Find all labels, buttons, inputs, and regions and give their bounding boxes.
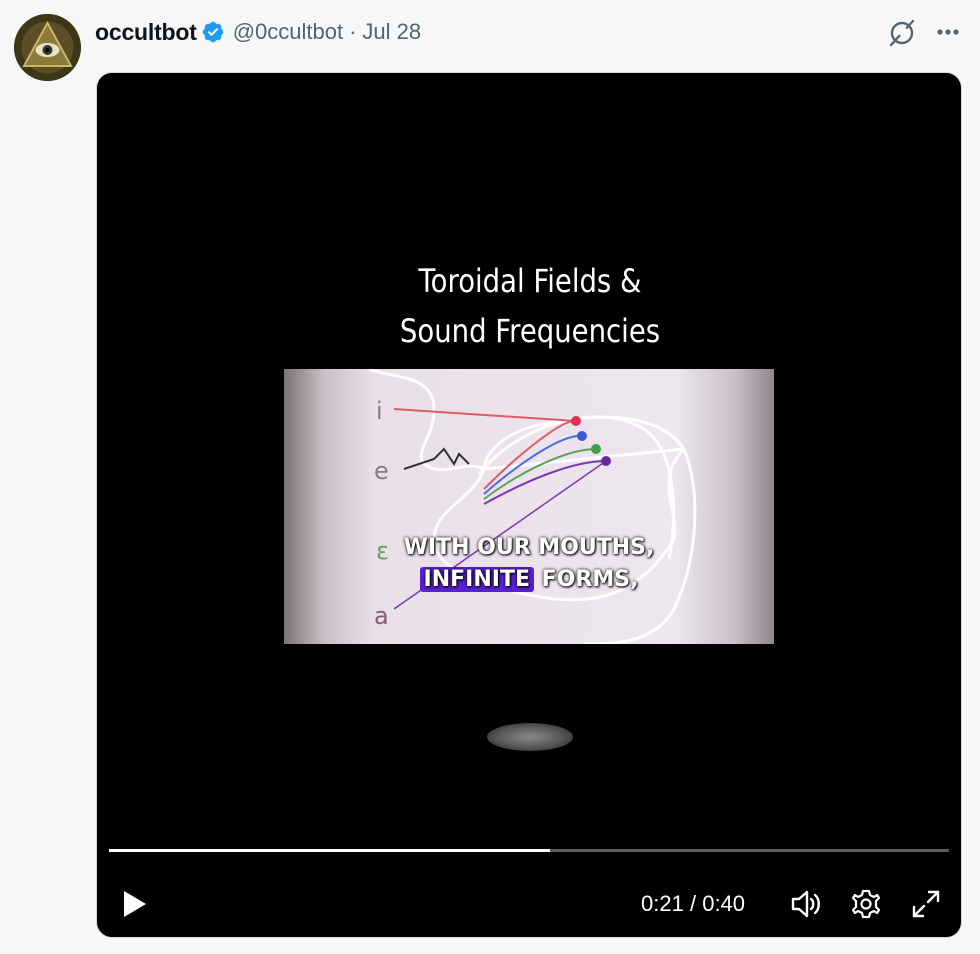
caption-highlight-word: INFINITE (419, 567, 534, 592)
volume-button[interactable] (789, 887, 823, 921)
fullscreen-button[interactable] (909, 887, 943, 921)
play-button[interactable] (119, 889, 149, 919)
author-avatar[interactable] (14, 14, 81, 81)
duration: 0:40 (702, 891, 746, 916)
current-time: 0:21 (641, 891, 684, 916)
video-caption-line-2: INFINITE FORMS, (284, 567, 774, 592)
caption-line-2-rest: FORMS, (541, 567, 639, 592)
play-icon (124, 891, 146, 917)
video-title-line-1: Toroidal Fields & (418, 262, 642, 300)
post-header: occultbot @0ccultbot · Jul 28 (95, 16, 421, 48)
video-progress-bar[interactable] (109, 849, 949, 852)
post-date[interactable]: Jul 28 (362, 19, 421, 45)
fullscreen-expand-icon (912, 890, 940, 918)
volume-icon (791, 890, 820, 918)
video-artifact-blob (487, 723, 573, 751)
handle-date-separator: · (349, 19, 357, 44)
verified-badge-icon[interactable] (201, 20, 225, 44)
diagram-label-i: i (376, 397, 383, 425)
settings-gear-icon (851, 889, 881, 919)
video-time-display: 0:21 / 0:40 (641, 889, 745, 919)
grok-icon[interactable] (887, 18, 917, 48)
diagram-label-e: e (374, 457, 389, 485)
video-caption-line-1: WITH OUR MOUTHS, (403, 535, 655, 560)
author-name[interactable]: occultbot (95, 19, 197, 46)
video-player[interactable]: Toroidal Fields & Sound Frequencies i e … (96, 72, 962, 938)
video-title-line-2: Sound Frequencies (399, 312, 661, 350)
settings-button[interactable] (849, 887, 883, 921)
video-progress-fill (109, 849, 550, 852)
diagram-label-a: a (374, 602, 389, 630)
author-handle[interactable]: @0ccultbot (233, 19, 343, 45)
time-separator: / (689, 891, 697, 916)
more-options-icon[interactable] (934, 18, 962, 46)
vocal-tract-diagram: i e ε a (284, 367, 774, 646)
